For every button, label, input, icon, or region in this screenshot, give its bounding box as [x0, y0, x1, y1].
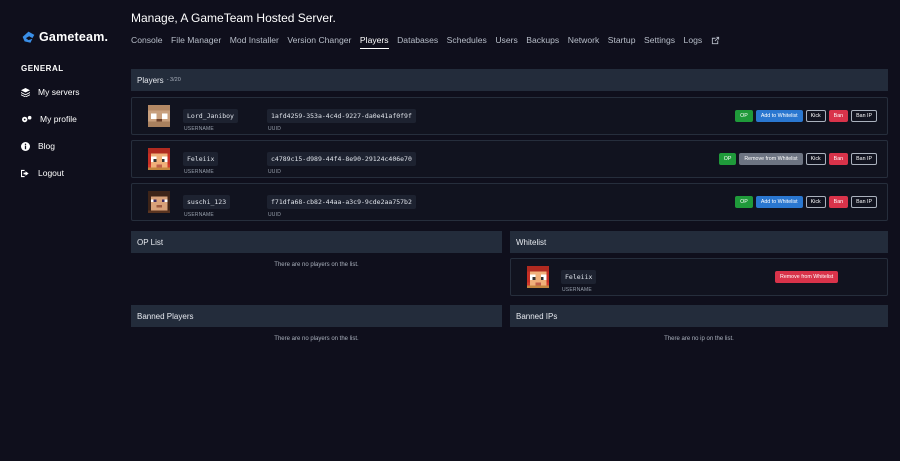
uuid-value[interactable]: 1afd4259-353a-4c4d-9227-da0e41af0f9f	[267, 109, 416, 123]
banned-players-title: Banned Players	[137, 311, 194, 321]
banned-players-header: Banned Players	[131, 305, 502, 327]
op-list-header: OP List	[131, 231, 502, 253]
ban-ip-button[interactable]: Ban IP	[851, 110, 877, 122]
username-field: suschi_123 USERNAME	[183, 191, 231, 218]
player-actions: OP Add to Whitelist Kick Ban Ban IP	[735, 196, 877, 208]
op-list-title: OP List	[137, 237, 164, 247]
username-field: Feleiix USERNAME	[561, 266, 597, 293]
op-button[interactable]: OP	[735, 110, 753, 122]
username-value[interactable]: Feleiix	[183, 152, 219, 166]
player-actions: OP Add to Whitelist Kick Ban Ban IP	[735, 110, 877, 122]
op-list-empty-message: There are no players on the list.	[274, 262, 359, 268]
sidebar-item-label: Blog	[38, 141, 56, 151]
ban-ip-button[interactable]: Ban IP	[851, 153, 877, 165]
tab-settings[interactable]: Settings	[644, 35, 675, 49]
players-title: Players	[137, 75, 164, 85]
tab-backups[interactable]: Backups	[526, 35, 559, 49]
gameteam-logo-icon	[22, 31, 35, 43]
player-avatar	[148, 148, 170, 170]
op-button[interactable]: OP	[735, 196, 753, 208]
uuid-caption: UUID	[268, 169, 282, 175]
uuid-field: f71dfa68-cb82-44aa-a3c9-9cde2aa757b2 UUI…	[267, 191, 416, 218]
info-icon	[21, 141, 30, 151]
banned-ips-empty-message: There are no ip on the list.	[664, 336, 734, 342]
player-row: Feleiix USERNAME c4789c15-d989-44f4-8e90…	[131, 140, 888, 178]
external-link-icon[interactable]	[711, 36, 720, 45]
uuid-caption: UUID	[268, 212, 282, 218]
tab-bar: Console File Manager Mod Installer Versi…	[131, 35, 720, 49]
remove-from-whitelist-button[interactable]: Remove from Whitelist	[739, 153, 803, 165]
username-caption: USERNAME	[184, 169, 214, 175]
sidebar-item-label: My servers	[38, 87, 80, 97]
player-avatar	[148, 191, 170, 213]
uuid-caption: UUID	[268, 126, 282, 132]
kick-button[interactable]: Kick	[805, 196, 826, 208]
kick-button[interactable]: Kick	[805, 110, 826, 122]
ban-button[interactable]: Ban	[828, 153, 849, 165]
whitelist-title: Whitelist	[516, 237, 547, 247]
username-value[interactable]: suschi_123	[183, 195, 231, 209]
uuid-field: 1afd4259-353a-4c4d-9227-da0e41af0f9f UUI…	[267, 105, 416, 132]
sidebar-item-label: My profile	[40, 114, 77, 124]
username-value[interactable]: Feleiix	[561, 270, 597, 284]
banned-ips-title: Banned IPs	[516, 311, 558, 321]
uuid-value[interactable]: c4789c15-d989-44f4-8e90-29124c406e70	[267, 152, 416, 166]
tab-file-manager[interactable]: File Manager	[171, 35, 221, 49]
ban-button[interactable]: Ban	[828, 196, 849, 208]
username-caption: USERNAME	[184, 212, 214, 218]
tab-logs[interactable]: Logs	[684, 35, 703, 49]
tab-schedules[interactable]: Schedules	[447, 35, 487, 49]
sidebar-item-blog[interactable]: Blog	[21, 141, 55, 151]
add-to-whitelist-button[interactable]: Add to Whitelist	[755, 196, 803, 208]
player-row: Lord_Janiboy USERNAME 1afd4259-353a-4c4d…	[131, 97, 888, 135]
remove-from-whitelist-button[interactable]: Remove from Whitelist	[775, 271, 839, 283]
add-to-whitelist-button[interactable]: Add to Whitelist	[755, 110, 803, 122]
layers-icon	[21, 87, 30, 97]
ban-ip-button[interactable]: Ban IP	[851, 196, 877, 208]
player-avatar	[148, 105, 170, 127]
kick-button[interactable]: Kick	[805, 153, 826, 165]
tab-console[interactable]: Console	[131, 35, 163, 49]
banned-ips-header: Banned IPs	[510, 305, 888, 327]
tab-version-changer[interactable]: Version Changer	[287, 35, 351, 49]
username-field: Feleiix USERNAME	[183, 148, 219, 175]
username-field: Lord_Janiboy USERNAME	[183, 105, 238, 132]
brand-logo[interactable]: Gameteam.	[22, 30, 108, 44]
username-value[interactable]: Lord_Janiboy	[183, 109, 238, 123]
sidebar-item-my-servers[interactable]: My servers	[21, 87, 80, 97]
sidebar-item-label: Logout	[38, 168, 64, 178]
tab-mod-installer[interactable]: Mod Installer	[230, 35, 279, 49]
uuid-value[interactable]: f71dfa68-cb82-44aa-a3c9-9cde2aa757b2	[267, 195, 416, 209]
logout-icon	[21, 169, 29, 177]
tab-users[interactable]: Users	[495, 35, 517, 49]
gears-icon	[22, 115, 32, 122]
username-caption: USERNAME	[562, 287, 592, 293]
whitelist-header: Whitelist	[510, 231, 888, 253]
uuid-field: c4789c15-d989-44f4-8e90-29124c406e70 UUI…	[267, 148, 416, 175]
player-actions: OP Remove from Whitelist Kick Ban Ban IP	[718, 153, 877, 165]
player-avatar	[527, 266, 549, 288]
op-button[interactable]: OP	[718, 153, 737, 165]
tab-players[interactable]: Players	[359, 35, 389, 49]
sidebar: Gameteam. GENERAL My servers My profile …	[0, 0, 110, 461]
page-title: Manage, A GameTeam Hosted Server.	[131, 11, 336, 25]
brand-name: Gameteam.	[39, 30, 109, 44]
banned-players-empty-message: There are no players on the list.	[274, 336, 359, 342]
players-count: - 3/20	[166, 77, 181, 83]
username-caption: USERNAME	[184, 126, 214, 132]
sidebar-item-my-profile[interactable]: My profile	[21, 114, 77, 124]
ban-button[interactable]: Ban	[828, 110, 849, 122]
nav-heading: GENERAL	[21, 64, 64, 73]
player-row: suschi_123 USERNAME f71dfa68-cb82-44aa-a…	[131, 183, 888, 221]
players-panel-header: Players - 3/20	[131, 69, 888, 91]
whitelist-row: Feleiix USERNAME Remove from Whitelist	[510, 258, 888, 296]
sidebar-item-logout[interactable]: Logout	[21, 168, 64, 178]
tab-network[interactable]: Network	[568, 35, 600, 49]
tab-startup[interactable]: Startup	[608, 35, 636, 49]
tab-databases[interactable]: Databases	[397, 35, 438, 49]
